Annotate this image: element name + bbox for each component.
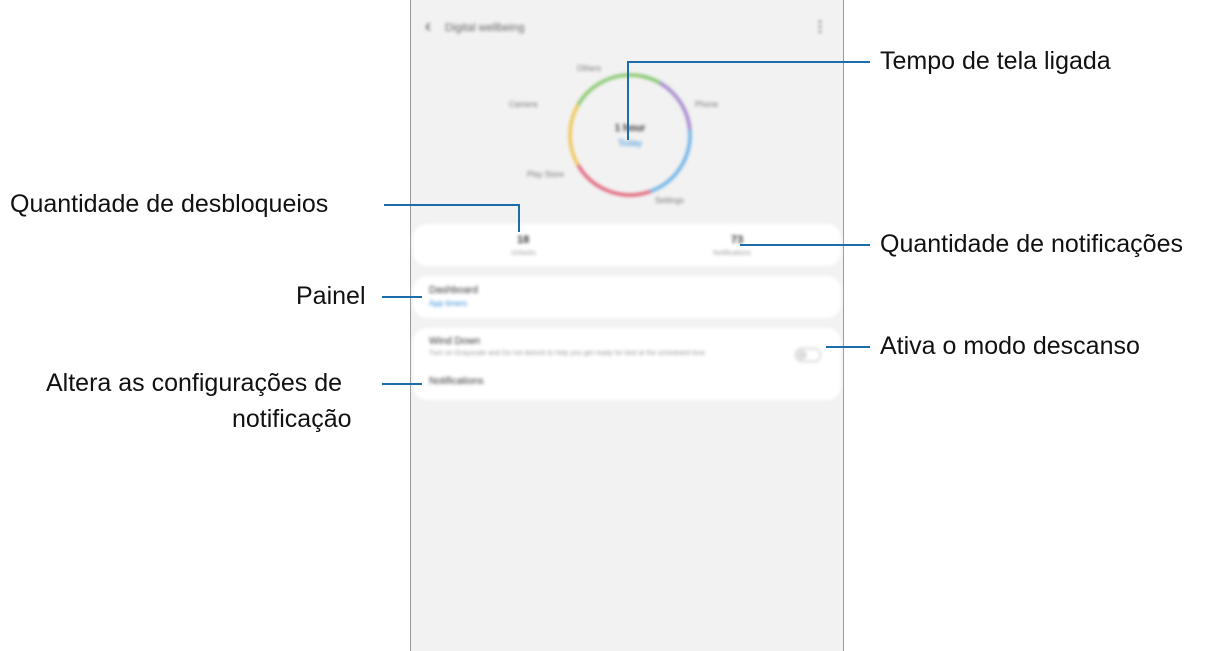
ring-segment-others <box>659 81 692 130</box>
callout-notification-settings-line2: notificação <box>232 405 352 433</box>
callout-unlocks: Quantidade de desbloqueios <box>10 190 329 218</box>
ring-label: Play Store <box>527 170 564 179</box>
callout-notifications: Quantidade de notificações <box>880 230 1183 258</box>
ring-label: Settings <box>655 196 684 205</box>
wind-down-toggle[interactable] <box>795 348 821 362</box>
dashboard-subtitle: App timers <box>429 299 468 308</box>
notifications-title: Notifications <box>429 376 484 387</box>
ring-segment-play-store <box>576 73 661 106</box>
ring-center: 1 hour Today <box>600 123 660 148</box>
wind-down-title: Wind Down <box>429 336 481 347</box>
ring-label: Phone <box>695 100 719 109</box>
callout-line-screen-time <box>627 61 870 63</box>
callout-line-unlocks-vertical <box>518 204 520 232</box>
callout-notification-settings: Altera as configurações de <box>46 369 343 397</box>
dashboard-title: Dashboard <box>429 285 478 296</box>
callout-line-dashboard <box>382 296 422 298</box>
ring-total-time: 1 hour <box>614 123 646 134</box>
wind-down-description: Turn on Grayscale and Do not disturb to … <box>429 350 706 357</box>
callout-line-wind-down <box>826 346 870 348</box>
callout-dashboard: Painel <box>296 282 366 310</box>
callout-line-notifications <box>740 244 870 246</box>
ring-segment-gallery <box>568 104 580 166</box>
callout-line-screen-time-vertical <box>627 62 629 140</box>
dashboard-card[interactable]: Dashboard App timers <box>413 276 841 318</box>
ring-segment-settings <box>576 164 652 197</box>
callout-line-unlocks <box>384 204 519 206</box>
callout-wind-down: Ativa o modo descanso <box>880 332 1140 360</box>
unlocks-label: Unlocks <box>511 250 536 257</box>
ring-label: Others <box>577 64 602 73</box>
ring-today-label[interactable]: Today <box>600 138 660 148</box>
notifications-label: Notifications <box>713 250 752 257</box>
notifications-item[interactable]: Notifications <box>413 368 841 398</box>
callout-line-notification-settings <box>382 383 422 385</box>
callout-screen-time: Tempo de tela ligada <box>880 47 1111 75</box>
wind-down-item[interactable]: Wind Down Turn on Grayscale and Do not d… <box>413 328 841 364</box>
unlocks-value: 18 <box>517 234 530 246</box>
ring-label: Camera <box>509 100 538 109</box>
settings-card: Wind Down Turn on Grayscale and Do not d… <box>413 328 841 400</box>
